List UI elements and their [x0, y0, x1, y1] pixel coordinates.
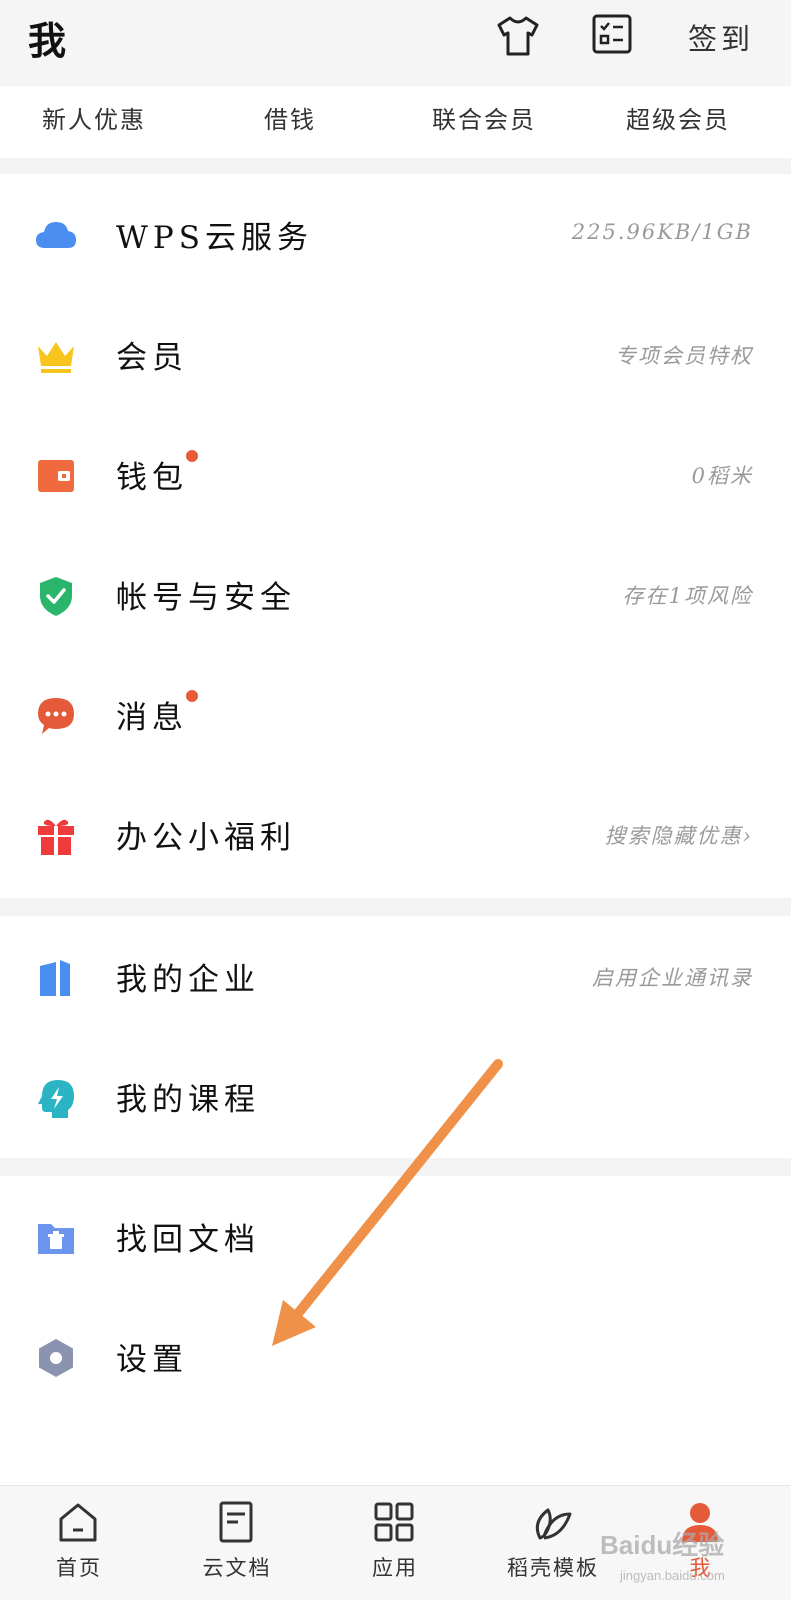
menu-label: 帐号与安全	[116, 580, 296, 616]
crown-icon	[34, 334, 78, 378]
page-title: 我	[28, 18, 67, 63]
home-icon	[56, 1500, 100, 1544]
menu-item-cloud-service[interactable]: WPS云服务 225.96KB/1GB	[0, 174, 791, 294]
apps-grid-icon	[372, 1500, 416, 1544]
nav-tab-home[interactable]: 首页	[0, 1486, 158, 1600]
menu-label: 钱包	[116, 460, 188, 496]
menu-item-wallet[interactable]: 钱包 0稻米	[0, 414, 791, 534]
cloud-icon	[34, 214, 78, 258]
recover-folder-icon	[34, 1216, 78, 1260]
menu-item-messages[interactable]: 消息	[0, 654, 791, 774]
watermark-url: jingyan.baidu.com	[620, 1568, 725, 1583]
section-divider	[0, 1158, 791, 1176]
menu-item-recover-documents[interactable]: 找回文档	[0, 1176, 791, 1296]
signin-button[interactable]: 签到	[688, 16, 754, 58]
section-divider	[0, 898, 791, 916]
wallet-icon	[34, 454, 78, 498]
security-risk: 存在1项风险	[622, 584, 753, 608]
menu-item-my-courses[interactable]: 我的课程	[0, 1036, 791, 1156]
perks-link[interactable]: 搜索隐藏优惠›	[605, 820, 753, 850]
nav-tab-apps[interactable]: 应用	[316, 1486, 474, 1600]
shield-icon	[34, 574, 78, 618]
document-icon	[214, 1500, 258, 1544]
wallet-balance: 0稻米	[691, 464, 753, 488]
nav-label: 应用	[372, 1556, 418, 1580]
checklist-icon[interactable]	[592, 14, 638, 58]
menu-label: 我的课程	[116, 1082, 260, 1118]
course-icon	[34, 1076, 78, 1120]
menu-label: WPS云服务	[116, 220, 313, 256]
nav-tab-cloud-docs[interactable]: 云文档	[158, 1486, 316, 1600]
notification-dot	[186, 450, 198, 462]
quick-links: 新人优惠 借钱 联合会员 超级会员	[0, 86, 791, 158]
menu-label: 找回文档	[116, 1222, 260, 1258]
leaf-icon	[530, 1500, 574, 1544]
menu-item-my-enterprise[interactable]: 我的企业 启用企业通讯录	[0, 916, 791, 1036]
enterprise-icon	[34, 956, 78, 1000]
quick-link-newcomer[interactable]: 新人优惠	[42, 100, 146, 135]
menu-value: 启用企业通讯录	[592, 966, 753, 990]
notification-dot	[186, 690, 198, 702]
t-shirt-icon[interactable]	[495, 14, 541, 58]
nav-label: 云文档	[202, 1556, 272, 1580]
gift-icon	[34, 814, 78, 858]
section-divider	[0, 158, 791, 174]
top-header: 我 签到	[0, 0, 791, 86]
quick-link-joint-member[interactable]: 联合会员	[432, 100, 536, 135]
quick-link-borrow[interactable]: 借钱	[264, 100, 316, 135]
menu-item-settings[interactable]: 设置	[0, 1296, 791, 1416]
watermark-logo: Baidu经验	[600, 1530, 725, 1560]
menu-item-membership[interactable]: 会员 专项会员特权	[0, 294, 791, 414]
menu-label: 消息	[116, 700, 188, 736]
settings-icon	[34, 1336, 78, 1380]
menu-label: 设置	[116, 1342, 188, 1378]
menu-item-office-perks[interactable]: 办公小福利 搜索隐藏优惠›	[0, 774, 791, 894]
quick-link-super-member[interactable]: 超级会员	[626, 100, 730, 135]
menu-label: 办公小福利	[116, 820, 296, 856]
menu-label: 会员	[116, 340, 188, 376]
storage-usage: 225.96KB/1GB	[571, 220, 753, 244]
nav-label: 首页	[56, 1556, 102, 1580]
menu-label: 我的企业	[116, 962, 260, 998]
menu-value: 专项会员特权	[615, 344, 753, 368]
message-icon	[34, 694, 78, 738]
menu-item-account-security[interactable]: 帐号与安全 存在1项风险	[0, 534, 791, 654]
